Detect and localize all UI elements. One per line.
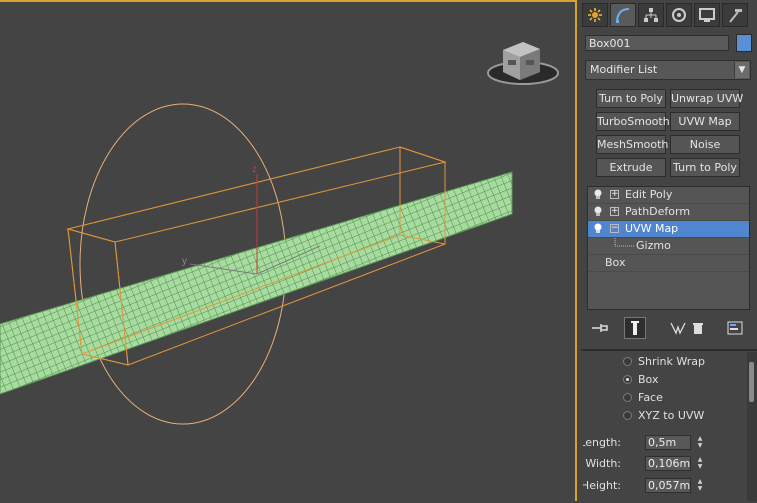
collapse-icon[interactable]: − xyxy=(610,224,619,233)
stack-item-label: Gizmo xyxy=(636,239,671,252)
stack-item-box[interactable]: Box xyxy=(588,255,749,272)
radio-label: Box xyxy=(638,373,659,386)
height-spinner: Height: 0,057m ▲ ▼ xyxy=(583,478,721,494)
expand-icon[interactable]: + xyxy=(610,190,619,199)
width-field[interactable]: 0,106m xyxy=(645,456,691,471)
parameters-rollout: Shrink Wrap Box Face XYZ to UVW Length: … xyxy=(583,352,753,501)
width-label: Width: xyxy=(585,457,621,470)
unwrap-uvw-button[interactable]: Unwrap UVW xyxy=(670,89,743,108)
y-axis-label: y xyxy=(182,256,187,267)
noise-button[interactable]: Noise xyxy=(670,135,740,154)
viewport-scene: z y xyxy=(0,42,559,425)
rollout-scrollbar[interactable] xyxy=(747,352,757,501)
turn-to-poly-button[interactable]: Turn to Poly xyxy=(596,89,666,108)
motion-icon[interactable] xyxy=(666,3,692,27)
modifier-list-label: Modifier List xyxy=(590,63,658,76)
height-field[interactable]: 0,057m xyxy=(645,478,691,493)
stack-item-label: Box xyxy=(605,256,626,269)
radio-label: Face xyxy=(638,391,663,404)
object-color-swatch[interactable] xyxy=(736,34,752,52)
height-label: Height: xyxy=(583,479,621,492)
length-spinner: Length: 0,5m ▲ ▼ xyxy=(583,435,721,451)
lightbulb-icon[interactable] xyxy=(593,189,603,200)
radio-label: Shrink Wrap xyxy=(638,355,705,368)
spinner-arrows-icon[interactable]: ▲ ▼ xyxy=(695,456,705,471)
display-icon[interactable] xyxy=(694,3,720,27)
lightbulb-icon[interactable] xyxy=(593,223,603,234)
radio-button[interactable] xyxy=(623,393,632,402)
modifier-list-dropdown[interactable]: Modifier List ▼ xyxy=(585,60,751,80)
create-icon[interactable] xyxy=(582,3,608,27)
stack-item-label: UVW Map xyxy=(625,222,679,235)
meshsmooth-button[interactable]: MeshSmooth xyxy=(596,135,668,154)
hierarchy-icon[interactable] xyxy=(638,3,664,27)
radio-button[interactable] xyxy=(623,411,632,420)
radio-label: XYZ to UVW xyxy=(638,409,705,422)
modifier-stack: + Edit Poly + PathDeform − UVW Map Gizmo… xyxy=(587,186,750,310)
configure-modifier-sets-icon[interactable] xyxy=(724,317,746,339)
stack-item-label: PathDeform xyxy=(625,205,691,218)
stack-tools xyxy=(587,317,752,339)
utilities-icon[interactable] xyxy=(722,3,748,27)
turbosmooth-button[interactable]: TurboSmooth xyxy=(596,112,670,131)
command-panel-tabs xyxy=(582,3,748,27)
length-field[interactable]: 0,5m xyxy=(645,435,691,450)
object-name-field[interactable]: Box001 xyxy=(585,35,729,51)
stack-item-label: Edit Poly xyxy=(625,188,673,201)
remove-modifier-icon[interactable] xyxy=(689,317,707,339)
uvw-map-button[interactable]: UVW Map xyxy=(670,112,740,131)
tree-connector xyxy=(614,238,634,247)
viewcube[interactable] xyxy=(487,42,559,85)
width-spinner: Width: 0,106m ▲ ▼ xyxy=(585,456,721,472)
make-unique-icon[interactable] xyxy=(667,317,689,339)
radio-button-selected[interactable] xyxy=(623,375,632,384)
length-label: Length: xyxy=(583,436,621,449)
spinner-arrows-icon[interactable]: ▲ ▼ xyxy=(695,478,705,493)
stack-item-pathdeform[interactable]: + PathDeform xyxy=(588,204,749,221)
extrude-button[interactable]: Extrude xyxy=(596,158,666,177)
turn-to-poly-button-2[interactable]: Turn to Poly xyxy=(670,158,740,177)
scrollbar-thumb[interactable] xyxy=(749,362,754,402)
mesh-strip xyxy=(0,171,513,395)
z-axis-label: z xyxy=(252,164,257,175)
stack-item-uvw-map[interactable]: − UVW Map xyxy=(588,221,749,238)
show-end-result-icon[interactable] xyxy=(624,317,646,339)
expand-icon[interactable]: + xyxy=(610,207,619,216)
spinner-arrows-icon[interactable]: ▲ ▼ xyxy=(695,435,705,450)
stack-item-edit-poly[interactable]: + Edit Poly xyxy=(588,187,749,204)
perspective-viewport[interactable]: z y xyxy=(0,0,577,501)
modify-icon[interactable] xyxy=(610,3,636,27)
panel-divider xyxy=(581,349,757,351)
stack-item-gizmo[interactable]: Gizmo xyxy=(588,238,749,255)
modifier-buttons: Turn to Poly Unwrap UVW TurboSmooth UVW … xyxy=(596,89,743,177)
radio-button[interactable] xyxy=(623,357,632,366)
command-panel: Box001 Modifier List ▼ Turn to Poly Unwr… xyxy=(577,0,757,501)
pin-stack-icon[interactable] xyxy=(589,317,611,339)
chevron-down-icon[interactable]: ▼ xyxy=(734,62,749,78)
lightbulb-icon[interactable] xyxy=(593,206,603,217)
